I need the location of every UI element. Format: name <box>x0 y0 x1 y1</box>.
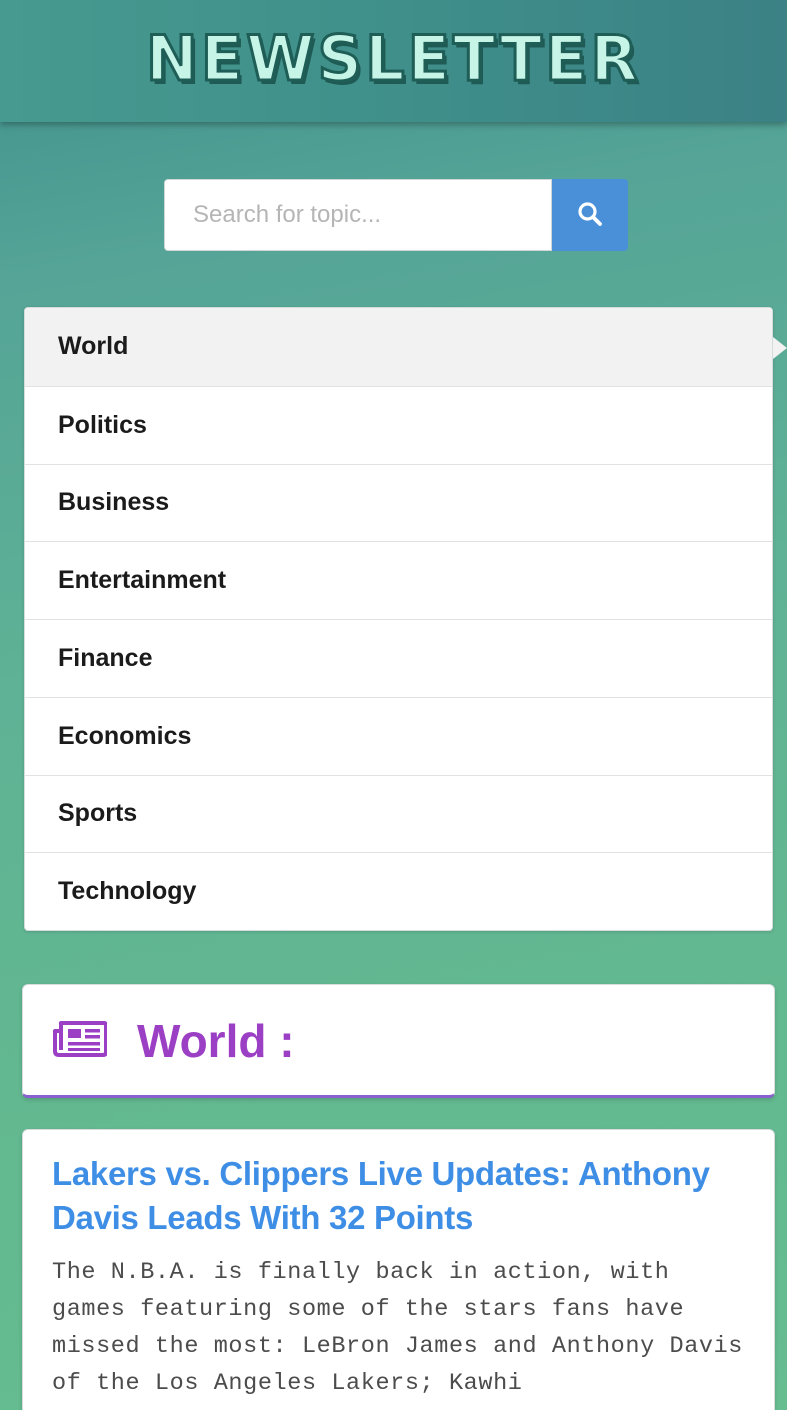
menu-item-world[interactable]: World <box>25 308 787 386</box>
topic-menu: World Politics Business Entertainment Fi… <box>24 307 787 931</box>
menu-item-label: Economics <box>58 721 192 750</box>
newspaper-icon <box>53 1019 108 1062</box>
search-input[interactable] <box>164 179 552 251</box>
article-title-link[interactable]: Lakers vs. Clippers Live Updates: Anthon… <box>52 1152 746 1240</box>
menu-item-technology[interactable]: Technology <box>25 852 772 930</box>
menu-item-label: Technology <box>58 877 197 906</box>
menu-item-business[interactable]: Business <box>25 463 772 542</box>
site-logo[interactable]: NEWSLETTER <box>144 20 641 96</box>
article-card: Lakers vs. Clippers Live Updates: Anthon… <box>22 1129 775 1410</box>
menu-item-label: Entertainment <box>58 566 227 595</box>
menu-item-label: Sports <box>58 799 138 828</box>
menu-item-label: World <box>58 332 129 361</box>
menu-item-economics[interactable]: Economics <box>25 696 772 775</box>
section-title: World : <box>137 1015 295 1067</box>
menu-item-politics[interactable]: Politics <box>25 385 772 464</box>
section-header: World : <box>22 984 775 1098</box>
search-button[interactable] <box>552 179 628 251</box>
menu-item-finance[interactable]: Finance <box>25 619 772 697</box>
menu-item-sports[interactable]: Sports <box>25 774 772 853</box>
search-bar <box>164 179 628 251</box>
menu-item-label: Business <box>58 488 170 517</box>
active-pointer <box>773 337 787 359</box>
menu-item-entertainment[interactable]: Entertainment <box>25 541 772 619</box>
site-header: NEWSLETTER <box>0 0 787 122</box>
menu-item-label: Politics <box>58 410 147 439</box>
article-description: The N.B.A. is finally back in action, wi… <box>52 1259 744 1397</box>
menu-item-label: Finance <box>58 643 153 672</box>
search-icon <box>577 201 603 230</box>
